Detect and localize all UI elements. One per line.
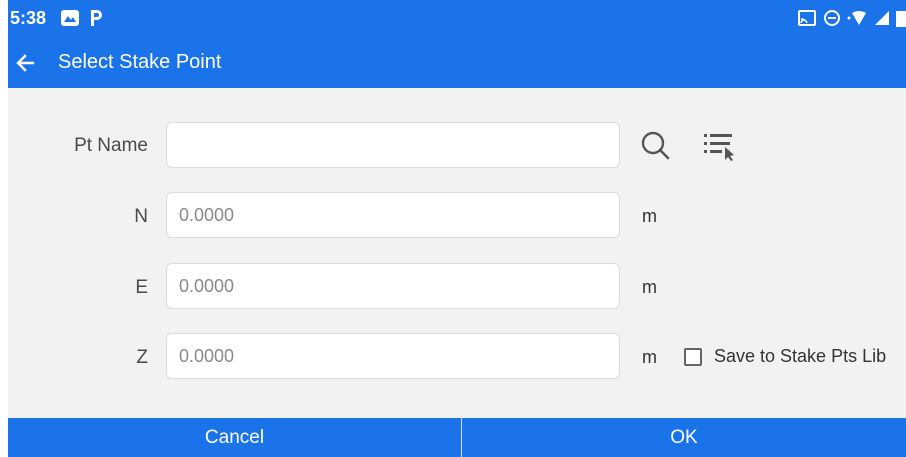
n-label: N (134, 206, 148, 227)
e-unit: m (642, 277, 657, 297)
arrow-left-icon (16, 54, 35, 72)
z-unit: m (642, 347, 657, 367)
gallery-notification-icon (60, 8, 80, 33)
e-label: E (135, 277, 148, 298)
save-to-lib-label[interactable]: Save to Stake Pts Lib (714, 346, 886, 367)
stake-point-form: Pt Name N m E m Z (8, 88, 906, 418)
app-window: 5:38 Select Stake Point Pt Name N 0.0000… (8, 0, 906, 457)
save-to-lib-checkbox[interactable] (684, 348, 702, 366)
z-label: Z (136, 347, 148, 368)
page-title: Select Stake Point (58, 51, 222, 73)
battery-icon (894, 9, 906, 32)
ok-button[interactable]: OK (462, 418, 906, 457)
pt-name-label: Pt Name (74, 135, 148, 156)
parking-app-icon (88, 8, 104, 33)
easting-input[interactable] (166, 263, 620, 309)
search-icon[interactable] (640, 130, 670, 165)
cast-icon (798, 10, 816, 31)
elevation-input[interactable] (166, 333, 620, 379)
pt-name-input[interactable] (166, 122, 620, 168)
status-bar: 5:38 (8, 0, 906, 38)
northing-input[interactable] (166, 192, 620, 238)
n-unit: m (642, 206, 657, 226)
cancel-button[interactable]: Cancel (8, 418, 461, 457)
point-list-icon[interactable] (702, 130, 736, 167)
wifi-icon (846, 10, 872, 31)
signal-icon (874, 10, 890, 31)
back-button[interactable] (10, 48, 40, 78)
do-not-disturb-icon (823, 9, 841, 32)
title-bar: Select Stake Point (8, 38, 906, 88)
action-bar: Cancel OK (8, 418, 906, 457)
status-time: 5:38 (10, 8, 47, 28)
